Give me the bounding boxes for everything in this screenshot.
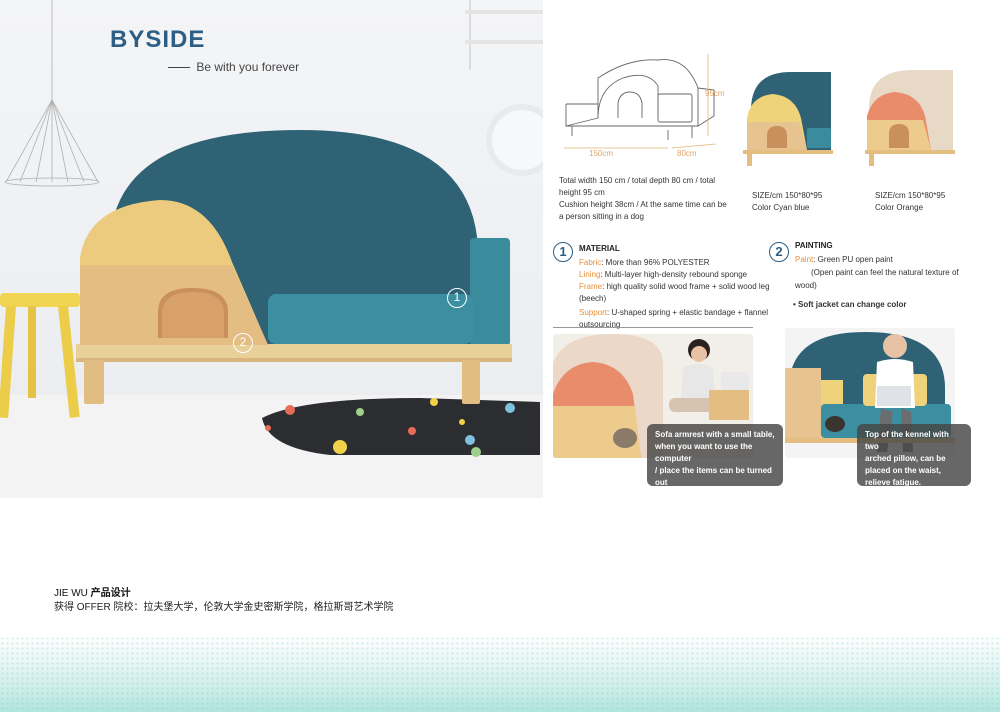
brand-tagline: Be with you forever [168, 60, 299, 74]
material-row-lining: Lining: Multi-layer high-density rebound… [579, 270, 748, 279]
dimension-drawing [564, 54, 717, 149]
variant-cyan-size: SIZE/cm 150*80*95 [752, 191, 823, 200]
decorative-dots [0, 636, 1000, 712]
dimension-desc-line3: Cushion height 38cm / At the same time c… [559, 200, 727, 209]
painting-number: 2 [769, 242, 789, 262]
dimension-depth: 80cm [677, 149, 697, 158]
variant-thumb-cyan [743, 72, 833, 166]
variant-thumb-orange [865, 70, 955, 166]
caption-armrest-l1: Sofa armrest with a small table, [655, 430, 775, 439]
caption-armrest-l2: when you want to use the computer [655, 442, 753, 463]
painting-note-2: wood) [795, 281, 817, 290]
caption-kennel-l3: placed on the waist, [865, 466, 942, 475]
variant-cyan-color: Color Cyan blue [752, 203, 810, 212]
painting-title: PAINTING [795, 241, 833, 250]
caption-kennel-top: Top of the kennel with two arched pillow… [857, 424, 971, 487]
tagline-text: Be with you forever [196, 60, 300, 74]
material-row-frame: Frame: high quality solid wood frame + s… [579, 282, 770, 291]
material-row-support: Support: U-shaped spring + elastic banda… [579, 308, 769, 317]
material-title: MATERIAL [579, 244, 620, 253]
hero-photo: BYSIDE Be with you forever 1 2 [0, 0, 543, 498]
dimension-height: 95cm [705, 89, 725, 98]
caption-armrest-l3: / place the items can be turned out [655, 466, 772, 487]
variant-orange-size: SIZE/cm 150*80*95 [875, 191, 946, 200]
material-number: 1 [553, 242, 573, 262]
caption-kennel-l1: Top of the kennel with two [865, 430, 949, 451]
dimension-desc-line1: Total width 150 cm / total depth 80 cm /… [559, 176, 716, 185]
caption-kennel-l2: arched pillow, can be [865, 454, 946, 463]
painting-bullet: • Soft jacket can change color [793, 300, 907, 309]
hotspot-badge-1: 1 [447, 288, 467, 308]
footer-title: JIE WU 产品设计 [54, 584, 131, 599]
hotspot-badge-2: 2 [233, 333, 253, 353]
brand-title: BYSIDE [110, 26, 206, 53]
dimension-desc-line2: height 95 cm [559, 188, 605, 197]
material-row-frame-cont: (beech) [579, 294, 607, 303]
variant-orange-color: Color Orange [875, 203, 924, 212]
dimension-desc-line4: a person sitting in a dog [559, 212, 644, 221]
material-divider [553, 327, 753, 328]
footer-offers: 获得 OFFER 院校：拉夫堡大学，伦敦大学金史密斯学院，格拉斯哥艺术学院 [54, 602, 394, 613]
painting-note-1: (Open paint can feel the natural texture… [811, 268, 959, 277]
painting-paint: Paint: Green PU open paint [795, 255, 893, 264]
material-row-support-cont: outsourcing [579, 320, 621, 329]
caption-armrest-l4: when the small table. [655, 490, 736, 499]
material-row-fabric: Fabric: More than 96% POLYESTER [579, 258, 710, 267]
tagline-dash [168, 67, 190, 69]
dimension-width: 150cm [589, 149, 614, 158]
sofa-illustration [0, 0, 543, 498]
caption-armrest: Sofa armrest with a small table, when yo… [647, 424, 783, 499]
spec-sheet: 95cm 150cm 80cm Total width 150 cm / tot… [543, 0, 1000, 499]
caption-kennel-l4: relieve fatigue. [865, 478, 922, 487]
